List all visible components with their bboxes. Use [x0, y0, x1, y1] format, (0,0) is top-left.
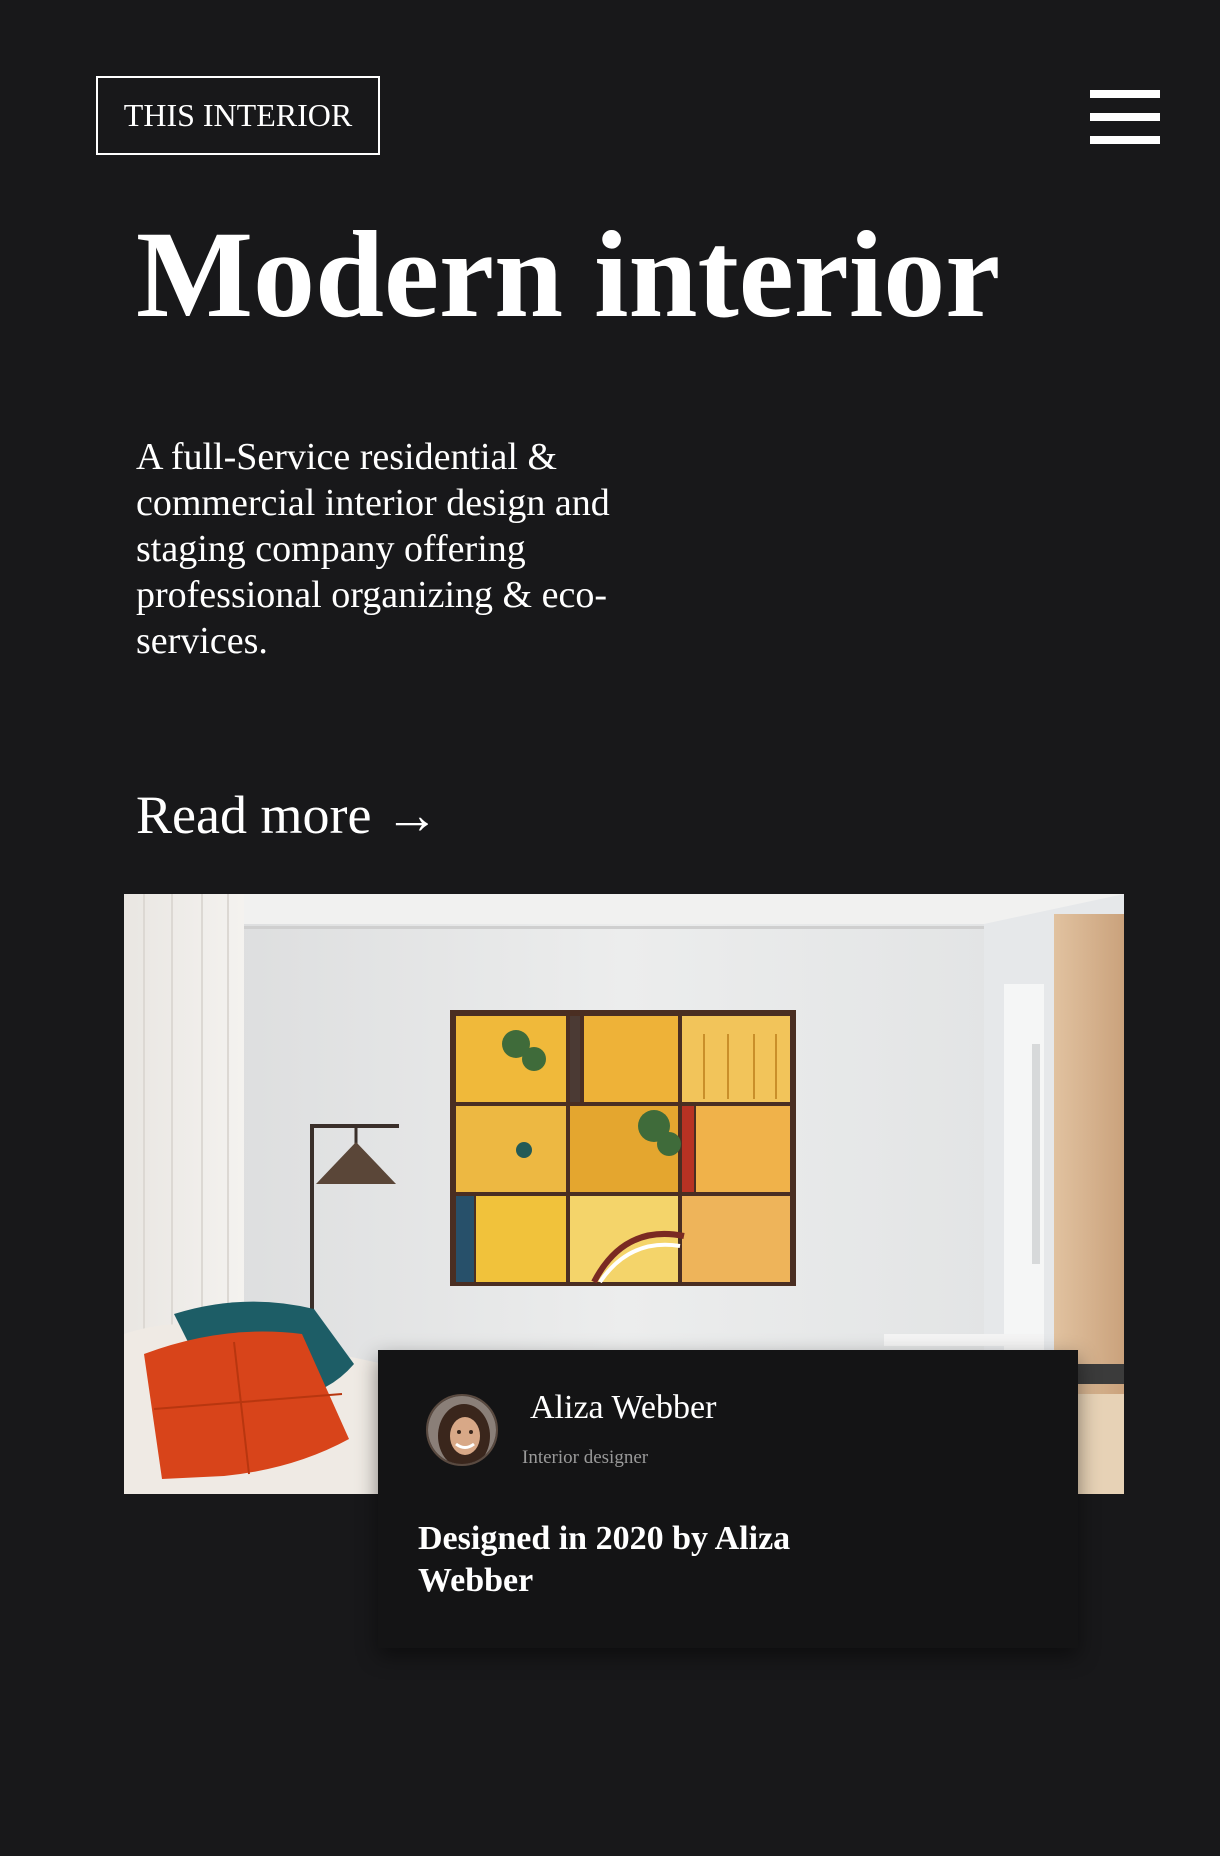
- avatar: [426, 1394, 498, 1466]
- menu-bar-middle: [1090, 113, 1160, 121]
- author-role: Interior designer: [522, 1447, 649, 1468]
- read-more-link[interactable]: Read more →: [136, 782, 439, 848]
- author-name: Aliza Webber: [530, 1389, 717, 1426]
- design-caption: Designed in 2020 by Aliza Webber: [418, 1520, 791, 1599]
- hero-title: Modern interior: [136, 206, 1001, 343]
- menu-bar-top: [1090, 90, 1160, 98]
- logo-text: THIS INTERIOR: [123, 97, 353, 133]
- hero-description: A full-Service residential & commercial …: [136, 436, 610, 662]
- site-logo[interactable]: THIS INTERIOR: [96, 76, 380, 155]
- hamburger-menu-icon[interactable]: [1090, 90, 1160, 144]
- menu-bar-bottom: [1090, 136, 1160, 144]
- designer-card[interactable]: Aliza Webber Interior designer Designed …: [378, 1350, 1078, 1648]
